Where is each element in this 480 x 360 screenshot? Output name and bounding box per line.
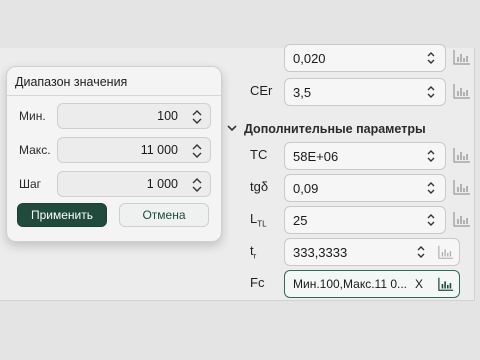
bar-chart-icon[interactable] xyxy=(452,178,472,196)
tr-label: tr xyxy=(250,243,256,261)
ltl-field[interactable]: 25 xyxy=(284,206,446,234)
max-stepper[interactable]: 11 000 xyxy=(57,137,211,163)
tgd-field[interactable]: 0,09 xyxy=(284,174,446,202)
min-stepper[interactable]: 100 xyxy=(57,103,211,129)
bar-chart-icon[interactable] xyxy=(452,210,472,228)
fc-value: Мин.100,Макс.11 0... xyxy=(293,277,408,291)
step-row: Шаг 1 000 xyxy=(7,171,221,199)
max-value: 11 000 xyxy=(140,143,178,157)
ltl-label-sub: TL xyxy=(257,219,267,229)
tc-label: TC xyxy=(250,147,268,162)
fc-range-field[interactable]: Мин.100,Макс.11 0... X xyxy=(284,270,460,298)
chevron-up-down-icon[interactable] xyxy=(423,180,439,196)
bar-chart-icon[interactable] xyxy=(452,48,472,66)
step-value: 1 000 xyxy=(146,177,178,191)
section-title: Дополнительные параметры xyxy=(244,122,426,136)
chevron-up-down-icon[interactable] xyxy=(413,244,429,260)
bar-chart-icon[interactable] xyxy=(452,146,472,164)
step-stepper[interactable]: 1 000 xyxy=(57,171,211,197)
chevron-down-icon xyxy=(227,125,237,132)
cer-label: CEr xyxy=(250,83,273,98)
fc-label: Fc xyxy=(250,275,265,290)
tc-value: 58E+06 xyxy=(293,149,339,164)
tgd-value: 0,09 xyxy=(293,181,319,196)
min-label: Мин. xyxy=(19,109,46,123)
bar-chart-icon[interactable] xyxy=(437,276,455,292)
clear-button[interactable]: X xyxy=(415,277,423,291)
top-param-value: 0,020 xyxy=(293,51,326,66)
tgd-label: tgδ xyxy=(250,179,269,194)
param-row-fc: Fc Мин.100,Макс.11 0... X xyxy=(0,266,474,302)
stepper-arrows-icon[interactable] xyxy=(190,176,204,194)
apply-button[interactable]: Применить xyxy=(17,203,107,227)
stepper-arrows-icon[interactable] xyxy=(190,142,204,160)
bar-chart-icon[interactable] xyxy=(452,82,472,100)
range-popover: Диапазон значения Мин. 100 Макс. 11 000 … xyxy=(6,66,222,242)
chevron-up-down-icon[interactable] xyxy=(423,148,439,164)
chevron-up-down-icon[interactable] xyxy=(423,84,439,100)
tc-field[interactable]: 58E+06 xyxy=(284,142,446,170)
min-value: 100 xyxy=(157,109,178,123)
tr-value: 333,3333 xyxy=(293,245,348,260)
cancel-button[interactable]: Отмена xyxy=(119,203,209,227)
ltl-label: LTL xyxy=(250,211,267,229)
popover-title: Диапазон значения xyxy=(15,75,128,89)
chevron-up-down-icon[interactable] xyxy=(423,212,439,228)
min-row: Мин. 100 xyxy=(7,103,221,131)
divider xyxy=(7,95,221,96)
chevron-up-down-icon[interactable] xyxy=(423,50,439,66)
max-label: Макс. xyxy=(19,143,51,157)
step-label: Шаг xyxy=(19,177,42,191)
ltl-value: 25 xyxy=(293,213,308,228)
tr-label-sub: r xyxy=(253,251,257,261)
section-header-advanced[interactable]: Дополнительные параметры xyxy=(226,122,426,136)
cer-field[interactable]: 3,5 xyxy=(284,78,446,106)
cer-value: 3,5 xyxy=(293,85,312,100)
bar-chart-icon[interactable] xyxy=(437,244,455,260)
top-param-field[interactable]: 0,020 xyxy=(284,44,446,72)
max-row: Макс. 11 000 xyxy=(7,137,221,165)
tr-field[interactable]: 333,3333 xyxy=(284,238,460,266)
stepper-arrows-icon[interactable] xyxy=(190,108,204,126)
